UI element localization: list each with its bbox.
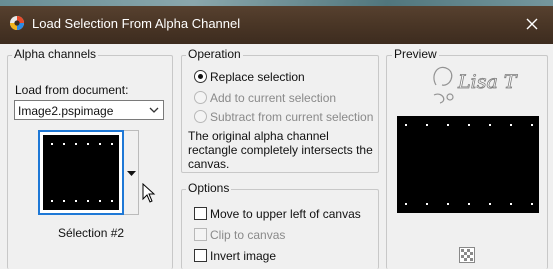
clip-to-canvas-label[interactable]: Clip to canvas: [210, 228, 285, 242]
operation-label: Operation: [186, 47, 243, 61]
window-title: Load Selection From Alpha Channel: [32, 16, 241, 31]
selection-marker: [510, 203, 512, 205]
paintshop-icon: [10, 16, 24, 30]
move-upper-left-label[interactable]: Move to upper left of canvas: [210, 207, 361, 221]
selection-marker: [75, 200, 77, 202]
selection-marker: [468, 203, 470, 205]
operation-note: The original alpha channel rectangle com…: [188, 129, 373, 171]
selection-marker: [63, 200, 65, 202]
alpha-channel-thumbnail[interactable]: [38, 130, 124, 215]
close-icon: [526, 18, 538, 30]
chevron-down-icon: [149, 107, 159, 113]
selection-marker: [489, 203, 491, 205]
document-select[interactable]: Image2.pspimage: [14, 100, 164, 120]
selection-marker: [99, 143, 101, 145]
selection-marker: [468, 124, 470, 126]
selection-marker: [87, 143, 89, 145]
checkerboard-icon[interactable]: [459, 247, 475, 263]
selection-marker: [63, 143, 65, 145]
selection-marker: [531, 124, 533, 126]
selection-name: Sélection #2: [58, 226, 125, 240]
document-select-value: Image2.pspimage: [18, 104, 114, 118]
selection-marker: [87, 200, 89, 202]
thumbnail-dropdown-button[interactable]: [124, 130, 139, 215]
checkbox-clip-to-canvas[interactable]: [194, 228, 207, 241]
selection-marker: [405, 203, 407, 205]
close-button[interactable]: [517, 10, 547, 38]
selection-marker: [447, 124, 449, 126]
selection-marker: [111, 143, 113, 145]
add-to-selection-label[interactable]: Add to current selection: [210, 91, 336, 105]
mouse-cursor-icon: [142, 183, 156, 203]
selection-marker: [111, 200, 113, 202]
selection-marker: [510, 124, 512, 126]
selection-marker: [51, 143, 53, 145]
watermark-logo: Lisa T: [433, 66, 518, 104]
selection-marker: [99, 200, 101, 202]
checkbox-invert-image[interactable]: [194, 249, 207, 262]
replace-selection-label[interactable]: Replace selection: [210, 70, 305, 84]
selection-marker: [75, 143, 77, 145]
title-bar: Load Selection From Alpha Channel: [0, 0, 553, 44]
subtract-from-selection-label[interactable]: Subtract from current selection: [210, 110, 373, 124]
radio-subtract-from-selection[interactable]: [194, 110, 207, 123]
radio-add-to-selection[interactable]: [194, 91, 207, 104]
checkbox-move-upper-left[interactable]: [194, 207, 207, 220]
radio-selected-dot: [198, 74, 203, 79]
caret-down-icon: [127, 171, 136, 176]
preview-image: [397, 116, 539, 213]
selection-marker: [405, 124, 407, 126]
alpha-channels-label: Alpha channels: [12, 47, 99, 61]
selection-marker: [447, 203, 449, 205]
options-label: Options: [186, 181, 232, 195]
selection-marker: [531, 203, 533, 205]
watermark-text: Lisa T: [457, 71, 518, 93]
invert-image-label[interactable]: Invert image: [210, 249, 276, 263]
selection-marker: [489, 124, 491, 126]
selection-marker: [51, 200, 53, 202]
selection-marker: [426, 124, 428, 126]
selection-marker: [426, 203, 428, 205]
thumbnail-image: [43, 135, 119, 210]
load-from-document-label: Load from document:: [15, 83, 129, 97]
radio-replace-selection[interactable]: [194, 70, 207, 83]
